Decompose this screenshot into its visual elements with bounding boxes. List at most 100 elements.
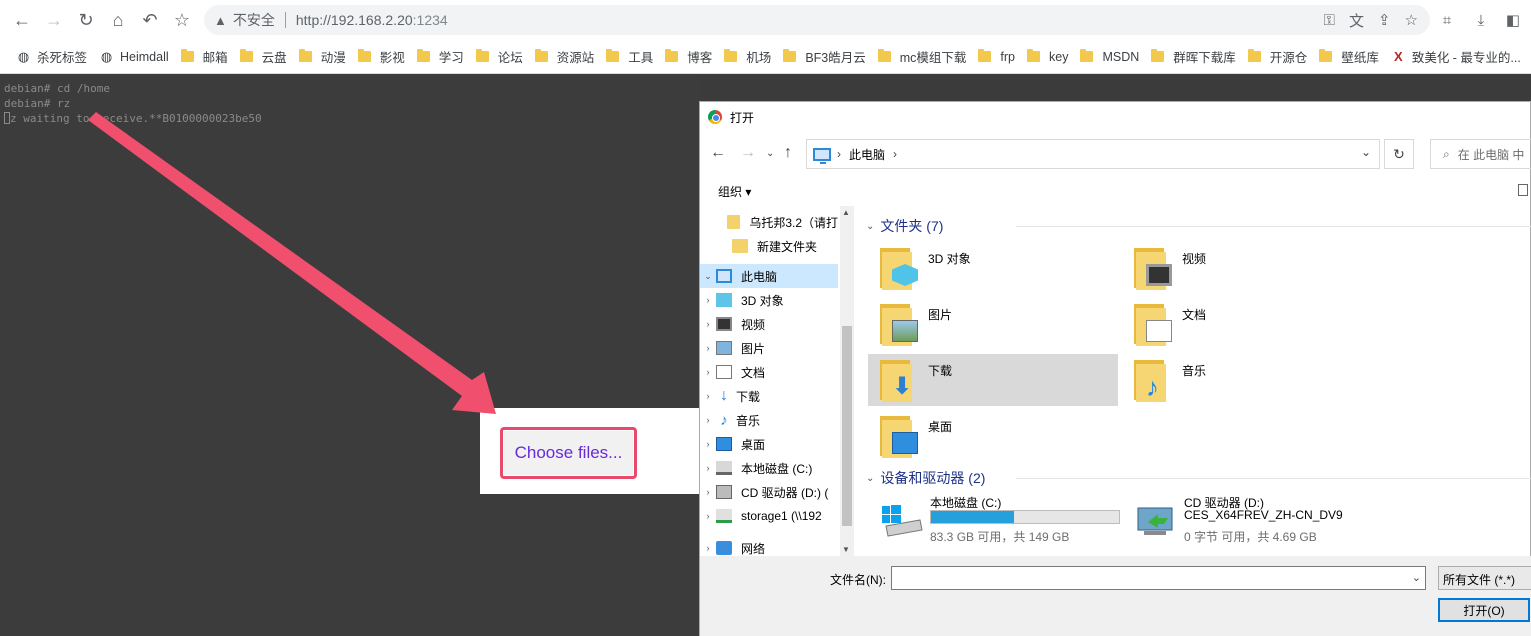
translate-icon[interactable]: 文: [1349, 10, 1364, 31]
bookmark-item[interactable]: 影视: [354, 45, 413, 69]
refresh-button[interactable]: ↻: [1384, 139, 1414, 169]
folder-tile[interactable]: ⬇ 下载: [868, 354, 1118, 406]
home-icon[interactable]: ⌂: [102, 4, 134, 36]
chevron-right-icon[interactable]: ›: [700, 415, 716, 425]
key-icon[interactable]: ⚿: [1324, 12, 1335, 29]
bookmark-item[interactable]: BF3皓月云: [779, 45, 873, 69]
scroll-thumb[interactable]: [842, 326, 852, 526]
tree-item[interactable]: › ♪ 音乐: [700, 408, 838, 432]
bookmark-item[interactable]: frp: [974, 45, 1023, 69]
chevron-right-icon[interactable]: ›: [700, 319, 716, 329]
tree-item[interactable]: ⌄ 此电脑: [700, 264, 838, 288]
folders-group-header[interactable]: ⌄ 文件夹 (7): [866, 216, 1531, 236]
dialog-search[interactable]: ⌕ 在 此电脑 中: [1430, 139, 1531, 169]
dialog-address-bar[interactable]: › 此电脑 › ⌄: [806, 139, 1380, 169]
chevron-right-icon[interactable]: ›: [700, 543, 716, 553]
crop-icon[interactable]: ⌗: [1433, 4, 1461, 36]
choose-files-button[interactable]: Choose files...: [504, 431, 633, 475]
back-icon[interactable]: ←: [710, 144, 726, 162]
bookmark-item[interactable]: 邮箱: [177, 45, 236, 69]
bookmark-item[interactable]: 论坛: [472, 45, 531, 69]
drives-group-header[interactable]: ⌄ 设备和驱动器 (2): [866, 468, 1531, 488]
download-icon[interactable]: ⤓: [1467, 4, 1495, 36]
folder-tile[interactable]: 视频: [1122, 242, 1372, 294]
scroll-down-icon[interactable]: ▼: [842, 545, 850, 554]
forward-icon[interactable]: →: [38, 4, 70, 36]
bookmark-item[interactable]: X 致美化 - 最专业的...: [1387, 45, 1529, 69]
recent-dropdown-icon[interactable]: ⌄: [766, 148, 774, 159]
tree-item[interactable]: › 3D 对象: [700, 288, 838, 312]
view-options-icon[interactable]: [1518, 184, 1528, 196]
tree-item[interactable]: › 桌面: [700, 432, 838, 456]
filename-input[interactable]: ⌄: [891, 566, 1426, 590]
folder-tile[interactable]: ♪ 音乐: [1122, 354, 1372, 406]
tree-scrollbar[interactable]: ▲ ▼: [840, 206, 854, 556]
tree-item[interactable]: › storage1 (\\192: [700, 504, 838, 528]
bookmark-item[interactable]: 资源站: [531, 45, 603, 69]
reload-icon[interactable]: ↻: [70, 4, 102, 36]
open-button[interactable]: 打开(O): [1438, 598, 1530, 622]
organize-button[interactable]: 组织 ▾: [718, 183, 751, 200]
tree-item[interactable]: › 视频: [700, 312, 838, 336]
bookmark-item[interactable]: ◍ Heimdall: [95, 45, 177, 69]
tree-item[interactable]: › 文档: [700, 360, 838, 384]
chevron-right-icon[interactable]: ›: [700, 295, 716, 305]
bookmark-item[interactable]: key: [1023, 45, 1076, 69]
folder-icon: [1319, 49, 1333, 62]
chevron-down-icon[interactable]: ⌄: [1361, 145, 1371, 159]
tree-item-label: 新建文件夹: [757, 239, 818, 254]
bookmark-item[interactable]: 工具: [602, 45, 661, 69]
back-icon[interactable]: ←: [6, 4, 38, 36]
drive-tile[interactable]: CD 驱动器 (D:) CES_X64FREV_ZH-CN_DV9 0 字节 可用，…: [1134, 494, 1384, 548]
folder-label: 下载: [928, 364, 953, 378]
tree-item[interactable]: 新建文件夹: [700, 234, 838, 258]
bookmark-item[interactable]: 博客: [661, 45, 720, 69]
drive-tile[interactable]: 本地磁盘 (C:) 83.3 GB 可用，共 149 GB: [880, 494, 1130, 548]
bookmark-item[interactable]: MSDN: [1076, 45, 1147, 69]
warning-icon: ▲: [214, 12, 227, 28]
chevron-right-icon[interactable]: ›: [700, 511, 716, 521]
chevron-right-icon[interactable]: ›: [700, 343, 716, 353]
folder-tile[interactable]: 图片: [868, 298, 1118, 350]
folder-icon: [606, 49, 620, 62]
folder-tile[interactable]: 桌面: [868, 410, 1118, 462]
undo-icon[interactable]: ↶: [134, 4, 166, 36]
chevron-right-icon[interactable]: ›: [700, 439, 716, 449]
up-icon[interactable]: ↑: [784, 144, 792, 162]
tree-item[interactable]: › 网络: [700, 536, 838, 556]
tree-item[interactable]: › 图片: [700, 336, 838, 360]
security-label: 不安全: [232, 12, 275, 28]
sidepanel-icon[interactable]: ◧: [1499, 4, 1527, 36]
tree-item[interactable]: › ↓ 下载: [700, 384, 838, 408]
chevron-right-icon[interactable]: ›: [700, 463, 716, 473]
bookmark-item[interactable]: 开源仓: [1244, 45, 1316, 69]
folder-tile[interactable]: 3D 对象: [868, 242, 1118, 294]
tree-item[interactable]: 乌托邦3.2（请打: [700, 210, 838, 234]
terminal[interactable]: debian# cd /home debian# rz z waiting to r…: [0, 75, 700, 636]
bookmark-item[interactable]: 动漫: [295, 45, 354, 69]
bookmark-item[interactable]: ◍ 杀死标签: [12, 45, 95, 69]
address-bar[interactable]: ▲ 不安全 http://192.168.2.20:1234 ⚿ 文 ⇪ ☆: [204, 5, 1430, 35]
bookmark-item[interactable]: 群晖下载库: [1147, 45, 1244, 69]
share-icon[interactable]: ⇪: [1378, 11, 1391, 29]
bookmark-item[interactable]: 壁纸库: [1315, 45, 1387, 69]
bookmark-item[interactable]: 学习: [413, 45, 472, 69]
scroll-up-icon[interactable]: ▲: [842, 208, 850, 217]
tree-item[interactable]: › 本地磁盘 (C:): [700, 456, 838, 480]
tree-item-label: 文档: [741, 365, 766, 380]
chevron-right-icon[interactable]: ›: [700, 367, 716, 377]
chevron-down-icon[interactable]: ⌄: [1412, 571, 1421, 584]
bookmark-item[interactable]: mc模组下载: [874, 45, 975, 69]
bookmark-item[interactable]: 机场: [720, 45, 779, 69]
tree-item-label: 此电脑: [741, 269, 778, 284]
star-icon[interactable]: ☆: [166, 4, 198, 36]
forward-icon[interactable]: →: [740, 144, 756, 162]
filetype-select[interactable]: 所有文件 (*.*): [1438, 566, 1531, 590]
chevron-right-icon[interactable]: ›: [700, 391, 716, 401]
folder-tile[interactable]: 文档: [1122, 298, 1372, 350]
bookmark-star-icon[interactable]: ☆: [1405, 11, 1418, 29]
bookmark-item[interactable]: 云盘: [236, 45, 295, 69]
chevron-down-icon[interactable]: ⌄: [700, 271, 716, 282]
tree-item[interactable]: › CD 驱动器 (D:) (: [700, 480, 838, 504]
chevron-right-icon[interactable]: ›: [700, 487, 716, 497]
